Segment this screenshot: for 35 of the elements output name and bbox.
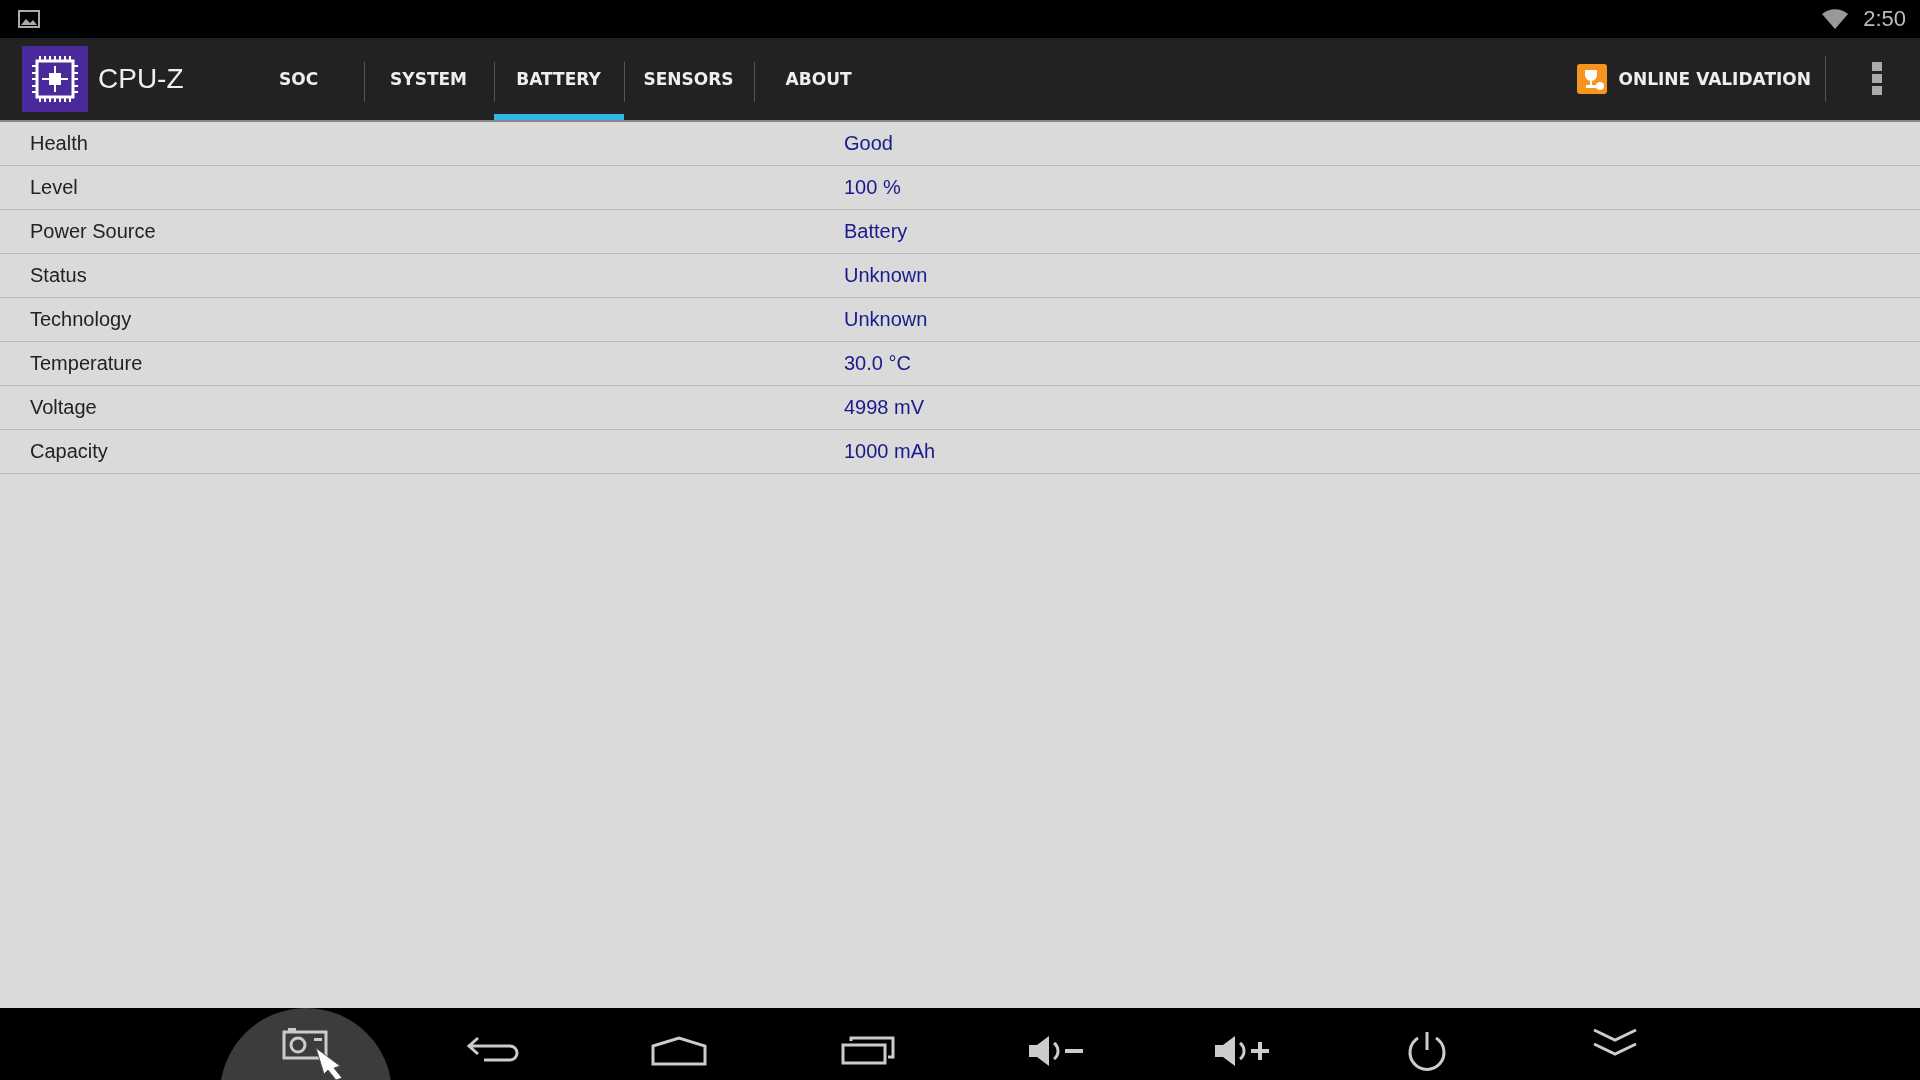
online-validation-button[interactable]: ONLINE VALIDATION bbox=[1562, 56, 1826, 102]
property-value: Battery bbox=[844, 220, 908, 243]
property-value: Unknown bbox=[844, 264, 928, 287]
tab[interactable]: BATTERY bbox=[493, 38, 624, 120]
recent-apps-icon[interactable] bbox=[841, 1035, 895, 1065]
property-label: Voltage bbox=[29, 396, 98, 419]
overflow-menu-icon[interactable] bbox=[1872, 62, 1882, 96]
property-label: Level bbox=[29, 176, 79, 199]
tab[interactable]: ABOUT bbox=[753, 38, 884, 120]
property-value: Good bbox=[844, 132, 893, 155]
home-icon[interactable] bbox=[651, 1036, 707, 1066]
picture-notification-icon bbox=[18, 10, 40, 28]
property-label: Capacity bbox=[29, 440, 109, 463]
back-icon[interactable] bbox=[466, 1036, 520, 1062]
tab[interactable]: SENSORS bbox=[623, 38, 754, 120]
clock-time: 2:50 bbox=[1863, 6, 1906, 32]
property-value: 100 % bbox=[844, 176, 901, 199]
volume-down-icon[interactable] bbox=[1027, 1034, 1085, 1068]
property-value: 4998 mV bbox=[844, 396, 925, 419]
tab[interactable]: SYSTEM bbox=[363, 38, 494, 120]
volume-up-icon[interactable] bbox=[1213, 1034, 1271, 1068]
property-label: Technology bbox=[29, 308, 133, 331]
property-value: 30.0 °C bbox=[844, 352, 911, 375]
trophy-icon bbox=[1576, 64, 1607, 94]
power-icon[interactable] bbox=[1406, 1030, 1448, 1074]
chip-logo-icon bbox=[22, 46, 88, 112]
property-value: 1000 mAh bbox=[844, 440, 936, 463]
property-value: Unknown bbox=[844, 308, 928, 331]
property-label: Health bbox=[29, 132, 89, 155]
property-label: Status bbox=[29, 264, 88, 287]
tab[interactable]: SOC bbox=[233, 38, 364, 120]
property-label: Temperature bbox=[29, 352, 144, 375]
app-title: CPU-Z bbox=[98, 63, 184, 95]
property-label: Power Source bbox=[29, 220, 157, 243]
wifi-icon bbox=[1821, 8, 1850, 30]
